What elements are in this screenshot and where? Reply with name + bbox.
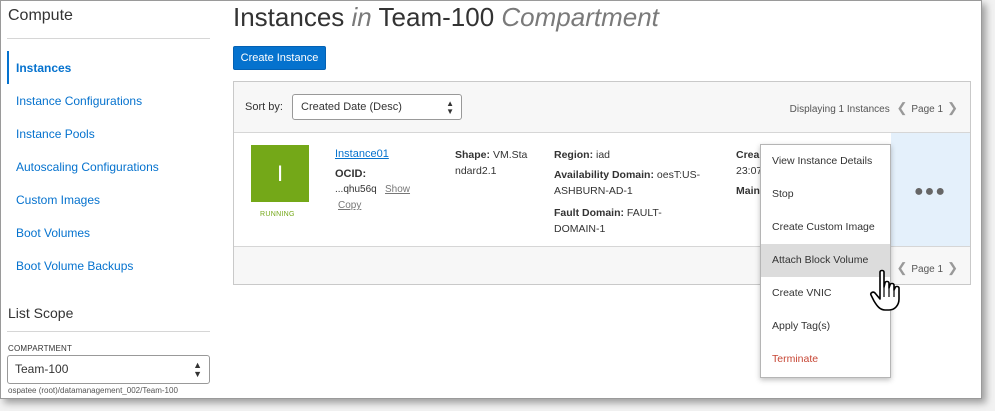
sort-value: Created Date (Desc) <box>301 101 402 113</box>
sidebar-item-instances[interactable]: Instances <box>7 51 211 84</box>
title-compartment: Team-100 <box>378 2 495 32</box>
list-scope-title: List Scope <box>8 305 74 321</box>
fd-value: FAULT- <box>626 207 662 219</box>
shape-value: VM.Sta <box>492 149 528 161</box>
sort-label: Sort by: <box>245 101 283 113</box>
fd-value-cont: DOMAIN-1 <box>554 223 606 235</box>
show-ocid-link[interactable]: Show <box>385 184 410 195</box>
sidebar-item-instance-pools[interactable]: Instance Pools <box>7 117 211 150</box>
created-label: Crea <box>736 149 760 161</box>
fault-domain-cell: Fault Domain: FAULT- DOMAIN-1 <box>554 205 662 237</box>
instance-state-icon: I <box>251 145 309 202</box>
ocid-label: OCID: <box>335 168 367 180</box>
divider <box>7 38 210 39</box>
displaying-count: Displaying 1 Instances <box>789 104 890 115</box>
chevron-up-down-icon: ▲ ▼ <box>446 99 454 116</box>
fd-label: Fault Domain: <box>554 207 624 219</box>
page-title: Instances in Team-100 Compartment <box>233 2 659 33</box>
instance-name-link[interactable]: Instance01 <box>335 148 389 160</box>
maintenance-label: Main <box>736 185 760 197</box>
shape-value-cont: ndard2.1 <box>455 165 497 177</box>
menu-item-apply-tags[interactable]: Apply Tag(s) <box>761 310 890 343</box>
pagination-top: Displaying 1 Instances ❮ Page 1 ❯ <box>790 100 962 116</box>
chevron-right-icon[interactable]: ❯ <box>943 100 962 115</box>
title-suffix: Compartment <box>501 2 659 32</box>
compartment-label: COMPARTMENT <box>8 344 73 353</box>
kebab-icon[interactable]: ●●● <box>914 183 946 201</box>
compartment-path: ospatee (root)/datamanagement_002/Team-1… <box>8 386 178 395</box>
sidebar-item-custom-images[interactable]: Custom Images <box>7 183 211 216</box>
page-number: Page 1 <box>911 104 944 115</box>
sidebar-title: Compute <box>8 7 73 24</box>
region-label: Region: <box>554 149 594 161</box>
shape-cell: Shape: VM.Sta ndard2.1 <box>455 147 527 179</box>
menu-item-stop[interactable]: Stop <box>761 178 890 211</box>
divider <box>7 331 210 332</box>
created-value: 23:07 <box>736 165 763 177</box>
ad-label: Availability Domain: <box>554 169 654 181</box>
ad-value-cont: ASHBURN-AD-1 <box>554 185 633 197</box>
shape-label: Shape: <box>455 149 491 161</box>
copy-ocid-link[interactable]: Copy <box>338 200 361 211</box>
chevron-right-icon[interactable]: ❯ <box>943 260 962 275</box>
window: Compute Instances Instance Configuration… <box>0 0 982 399</box>
created-cell: Crea 23:07 <box>736 147 762 179</box>
menu-item-create-custom-image[interactable]: Create Custom Image <box>761 211 890 244</box>
actions-menu: View Instance Details Stop Create Custom… <box>760 144 891 378</box>
compartment-value: Team-100 <box>15 362 69 376</box>
ad-value: oesT:US- <box>656 169 701 181</box>
hand-pointer-icon <box>870 269 900 311</box>
region-value: iad <box>596 149 611 161</box>
compartment-select[interactable]: Team-100 ▲ ▼ <box>7 355 210 384</box>
page-number: Page 1 <box>911 264 944 275</box>
sidebar-item-boot-volume-backups[interactable]: Boot Volume Backups <box>7 249 211 282</box>
chevron-left-icon[interactable]: ❮ <box>892 100 911 115</box>
create-instance-button[interactable]: Create Instance <box>233 46 326 70</box>
ocid-value: ...qhu56q <box>335 184 377 195</box>
menu-item-view-instance-details[interactable]: View Instance Details <box>761 145 890 178</box>
maintenance-cell: Main <box>736 183 760 199</box>
menu-item-terminate[interactable]: Terminate <box>761 343 890 376</box>
chevron-up-down-icon: ▲ ▼ <box>193 360 202 379</box>
sidebar: Compute Instances Instance Configuration… <box>1 1 216 398</box>
sort-select[interactable]: Created Date (Desc) ▲ ▼ <box>292 94 462 120</box>
sidebar-item-boot-volumes[interactable]: Boot Volumes <box>7 216 211 249</box>
availability-domain-cell: Availability Domain: oesT:US- ASHBURN-AD… <box>554 167 700 199</box>
status-badge: RUNNING <box>260 211 295 218</box>
region-cell: Region: iad <box>554 147 610 163</box>
title-in: in <box>351 2 372 32</box>
sidebar-nav: Instances Instance Configurations Instan… <box>7 51 211 282</box>
title-text: Instances <box>233 2 345 32</box>
sidebar-item-instance-configurations[interactable]: Instance Configurations <box>7 84 211 117</box>
sidebar-item-autoscaling-configurations[interactable]: Autoscaling Configurations <box>7 150 211 183</box>
